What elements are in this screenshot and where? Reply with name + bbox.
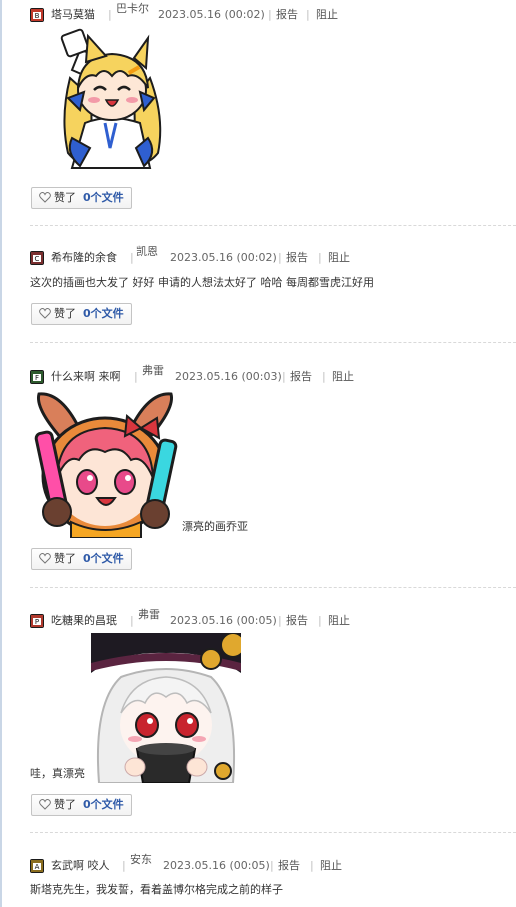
divider: | (134, 370, 138, 383)
svg-text:C: C (35, 255, 40, 263)
divider: | (130, 251, 134, 264)
comment-separator (30, 832, 516, 833)
comment-meta: P 吃糖果的昌珉 | 弗雷 2023.05.16 (00:05) | 报告 | … (30, 608, 516, 631)
bunny-girl-glowsticks-sticker (34, 392, 178, 538)
divider: | (318, 251, 322, 264)
comment-text: 哇，真漂亮 (30, 767, 85, 780)
svg-text:B: B (35, 12, 40, 20)
like-count: 0个文件 (83, 798, 124, 811)
svg-text:A: A (35, 863, 40, 871)
like-label: 赞了 (54, 191, 76, 204)
report-link[interactable]: 报告 (286, 248, 308, 268)
like-count: 0个文件 (83, 552, 124, 565)
username[interactable]: 玄武啊 咬人 (51, 856, 110, 876)
block-link[interactable]: 阻止 (320, 856, 342, 876)
like-count: 0个文件 (83, 307, 124, 320)
username[interactable]: 吃糖果的昌珉 (51, 611, 117, 631)
comment-separator (30, 225, 516, 226)
comment-text: 漂亮的画乔亚 (182, 520, 248, 533)
comment-date: 2023.05.16 (00:05) (170, 614, 277, 627)
username[interactable]: 什么来啊 来啊 (51, 367, 121, 387)
divider: | (278, 614, 282, 627)
like-button[interactable]: 赞了 0个文件 (31, 187, 132, 209)
user-sign: 凯恩 (136, 245, 158, 258)
user-sign: 弗雷 (142, 364, 164, 377)
svg-text:F: F (35, 374, 39, 382)
like-count: 0个文件 (83, 191, 124, 204)
svg-text:P: P (35, 618, 39, 626)
avatar[interactable]: B (30, 8, 44, 22)
user-sign: 安东 (130, 853, 152, 866)
like-button[interactable]: 赞了 0个文件 (31, 548, 132, 570)
comment-item: F 什么来啊 来啊 | 弗雷 2023.05.16 (00:03) | 报告 |… (30, 364, 516, 577)
report-link[interactable]: 报告 (276, 5, 298, 25)
heart-outline-icon (39, 553, 51, 564)
block-link[interactable]: 阻止 (316, 5, 338, 25)
report-link[interactable]: 报告 (290, 367, 312, 387)
blonde-maid-cat-girl-sticker (60, 28, 162, 169)
comment-meta: C 希布隆的余食 | 凯恩 2023.05.16 (00:02) | 报告 | … (30, 245, 516, 268)
divider: | (122, 859, 126, 872)
comment-item: A 玄武啊 咬人 | 安东 2023.05.16 (00:05) | 报告 | … (30, 853, 516, 906)
comment-date: 2023.05.16 (00:03) (175, 370, 282, 383)
comment-item: P 吃糖果的昌珉 | 弗雷 2023.05.16 (00:05) | 报告 | … (30, 608, 516, 821)
like-label: 赞了 (54, 552, 76, 565)
comment-meta: F 什么来啊 来啊 | 弗雷 2023.05.16 (00:03) | 报告 |… (30, 364, 516, 387)
like-button[interactable]: 赞了 0个文件 (31, 303, 132, 325)
divider: | (322, 370, 326, 383)
divider: | (310, 859, 314, 872)
username[interactable]: 希布隆的余食 (51, 248, 117, 268)
block-link[interactable]: 阻止 (328, 248, 350, 268)
divider: | (278, 251, 282, 264)
comment-text: 斯塔克先生，我发誓，看着盖博尔格完成之前的样子 (30, 883, 283, 896)
comment-separator (30, 342, 516, 343)
comment-item: C 希布隆的余食 | 凯恩 2023.05.16 (00:02) | 报告 | … (30, 245, 516, 333)
heart-outline-icon (39, 308, 51, 319)
divider: | (306, 8, 310, 21)
avatar[interactable]: A (30, 859, 44, 873)
heart-outline-icon (39, 192, 51, 203)
comment-date: 2023.05.16 (00:05) (163, 859, 270, 872)
block-link[interactable]: 阻止 (332, 367, 354, 387)
comment-date: 2023.05.16 (00:02) (158, 8, 265, 21)
comment-meta: B 塔马莫猫 | 巴卡尔 2023.05.16 (00:02) | 报告 | 阻… (30, 2, 516, 25)
divider: | (270, 859, 274, 872)
report-link[interactable]: 报告 (278, 856, 300, 876)
user-sign: 弗雷 (138, 608, 160, 621)
divider: | (108, 8, 112, 21)
comment-separator (30, 587, 516, 588)
block-link[interactable]: 阻止 (328, 611, 350, 631)
divider: | (268, 8, 272, 21)
user-sign: 巴卡尔 (116, 2, 149, 15)
divider: | (318, 614, 322, 627)
heart-outline-icon (39, 799, 51, 810)
left-border (0, 0, 2, 907)
like-button[interactable]: 赞了 0个文件 (31, 794, 132, 816)
comment-meta: A 玄武啊 咬人 | 安东 2023.05.16 (00:05) | 报告 | … (30, 853, 516, 876)
like-label: 赞了 (54, 307, 76, 320)
comment-text: 这次的插画也大发了 好好 申请的人想法太好了 哈哈 每周都雪虎江好用 (30, 276, 374, 289)
avatar[interactable]: C (30, 251, 44, 265)
witch-girl-sticker (91, 633, 241, 783)
username[interactable]: 塔马莫猫 (51, 5, 95, 25)
avatar[interactable]: F (30, 370, 44, 384)
comment-date: 2023.05.16 (00:02) (170, 251, 277, 264)
like-label: 赞了 (54, 798, 76, 811)
divider: | (282, 370, 286, 383)
divider: | (130, 614, 134, 627)
comment-item: B 塔马莫猫 | 巴卡尔 2023.05.16 (00:02) | 报告 | 阻… (30, 2, 516, 215)
report-link[interactable]: 报告 (286, 611, 308, 631)
avatar[interactable]: P (30, 614, 44, 628)
